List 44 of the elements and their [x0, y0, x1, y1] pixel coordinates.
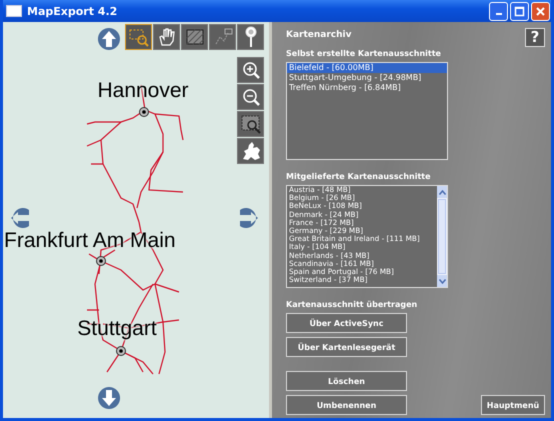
zoom-in-button[interactable] — [237, 57, 264, 83]
minimize-icon — [496, 13, 502, 15]
zoom-out-button[interactable] — [237, 84, 264, 110]
hatched-area-icon — [184, 27, 206, 47]
list-item[interactable]: Treffen Nürnberg - [6.84MB] — [287, 83, 447, 93]
maximize-button[interactable] — [510, 2, 529, 20]
transfer-button[interactable]: Über Kartenlesegerät — [286, 337, 407, 357]
zoom-out-icon — [242, 88, 260, 106]
section-label: Selbst erstellte Kartenausschnitte — [286, 49, 441, 58]
section-label: Kartenausschnitt übertragen — [286, 300, 418, 309]
section-label: Mitgelieferte Kartenausschnitte — [286, 172, 431, 181]
list-item[interactable]: Stuttgart-Umgebung - [24.98MB] — [287, 73, 447, 83]
map-tool-button[interactable] — [209, 24, 236, 50]
window-title: MapExport 4.2 — [27, 4, 118, 18]
action-button[interactable]: Löschen — [286, 371, 407, 391]
map-tool-button[interactable] — [125, 24, 152, 50]
map-tool-button[interactable] — [181, 24, 208, 50]
search-icon — [242, 26, 258, 48]
zoom-in-icon — [242, 61, 260, 79]
app-icon — [6, 5, 22, 17]
main-menu-button[interactable]: Hauptmenü — [481, 395, 545, 415]
maximize-icon — [514, 6, 525, 16]
close-icon — [535, 6, 546, 16]
city-marker-icon — [116, 346, 126, 356]
zoom-area-icon — [240, 114, 260, 134]
city-marker-icon — [139, 107, 149, 117]
scrollbar[interactable] — [437, 186, 447, 287]
supplied-maps-list[interactable] — [286, 185, 448, 288]
scroll-up-icon[interactable] — [438, 190, 446, 194]
own-maps-list[interactable]: Bielefeld - [60.00MB] Stuttgart-Umgebung - [24.98MB] Treffen Nürnberg - [6.84MB] — [286, 62, 448, 160]
transfer-button[interactable]: Über ActiveSync — [286, 313, 407, 333]
close-button[interactable] — [531, 2, 550, 20]
zoom-area-button[interactable] — [237, 111, 264, 137]
panel-title: Kartenarchiv — [286, 30, 352, 40]
map-tool-button[interactable] — [153, 24, 180, 50]
zoom-select-icon — [128, 27, 150, 47]
help-button[interactable]: ? — [525, 28, 545, 47]
list-item[interactable]: Bielefeld - [60.00MB] — [287, 63, 447, 73]
city-marker-icon — [96, 256, 106, 266]
action-button[interactable]: Umbenennen — [286, 395, 407, 415]
scroll-down-icon[interactable] — [438, 278, 446, 284]
search-button[interactable] — [237, 24, 264, 50]
europe-map-button[interactable] — [237, 138, 264, 164]
minimize-button[interactable] — [489, 2, 508, 20]
